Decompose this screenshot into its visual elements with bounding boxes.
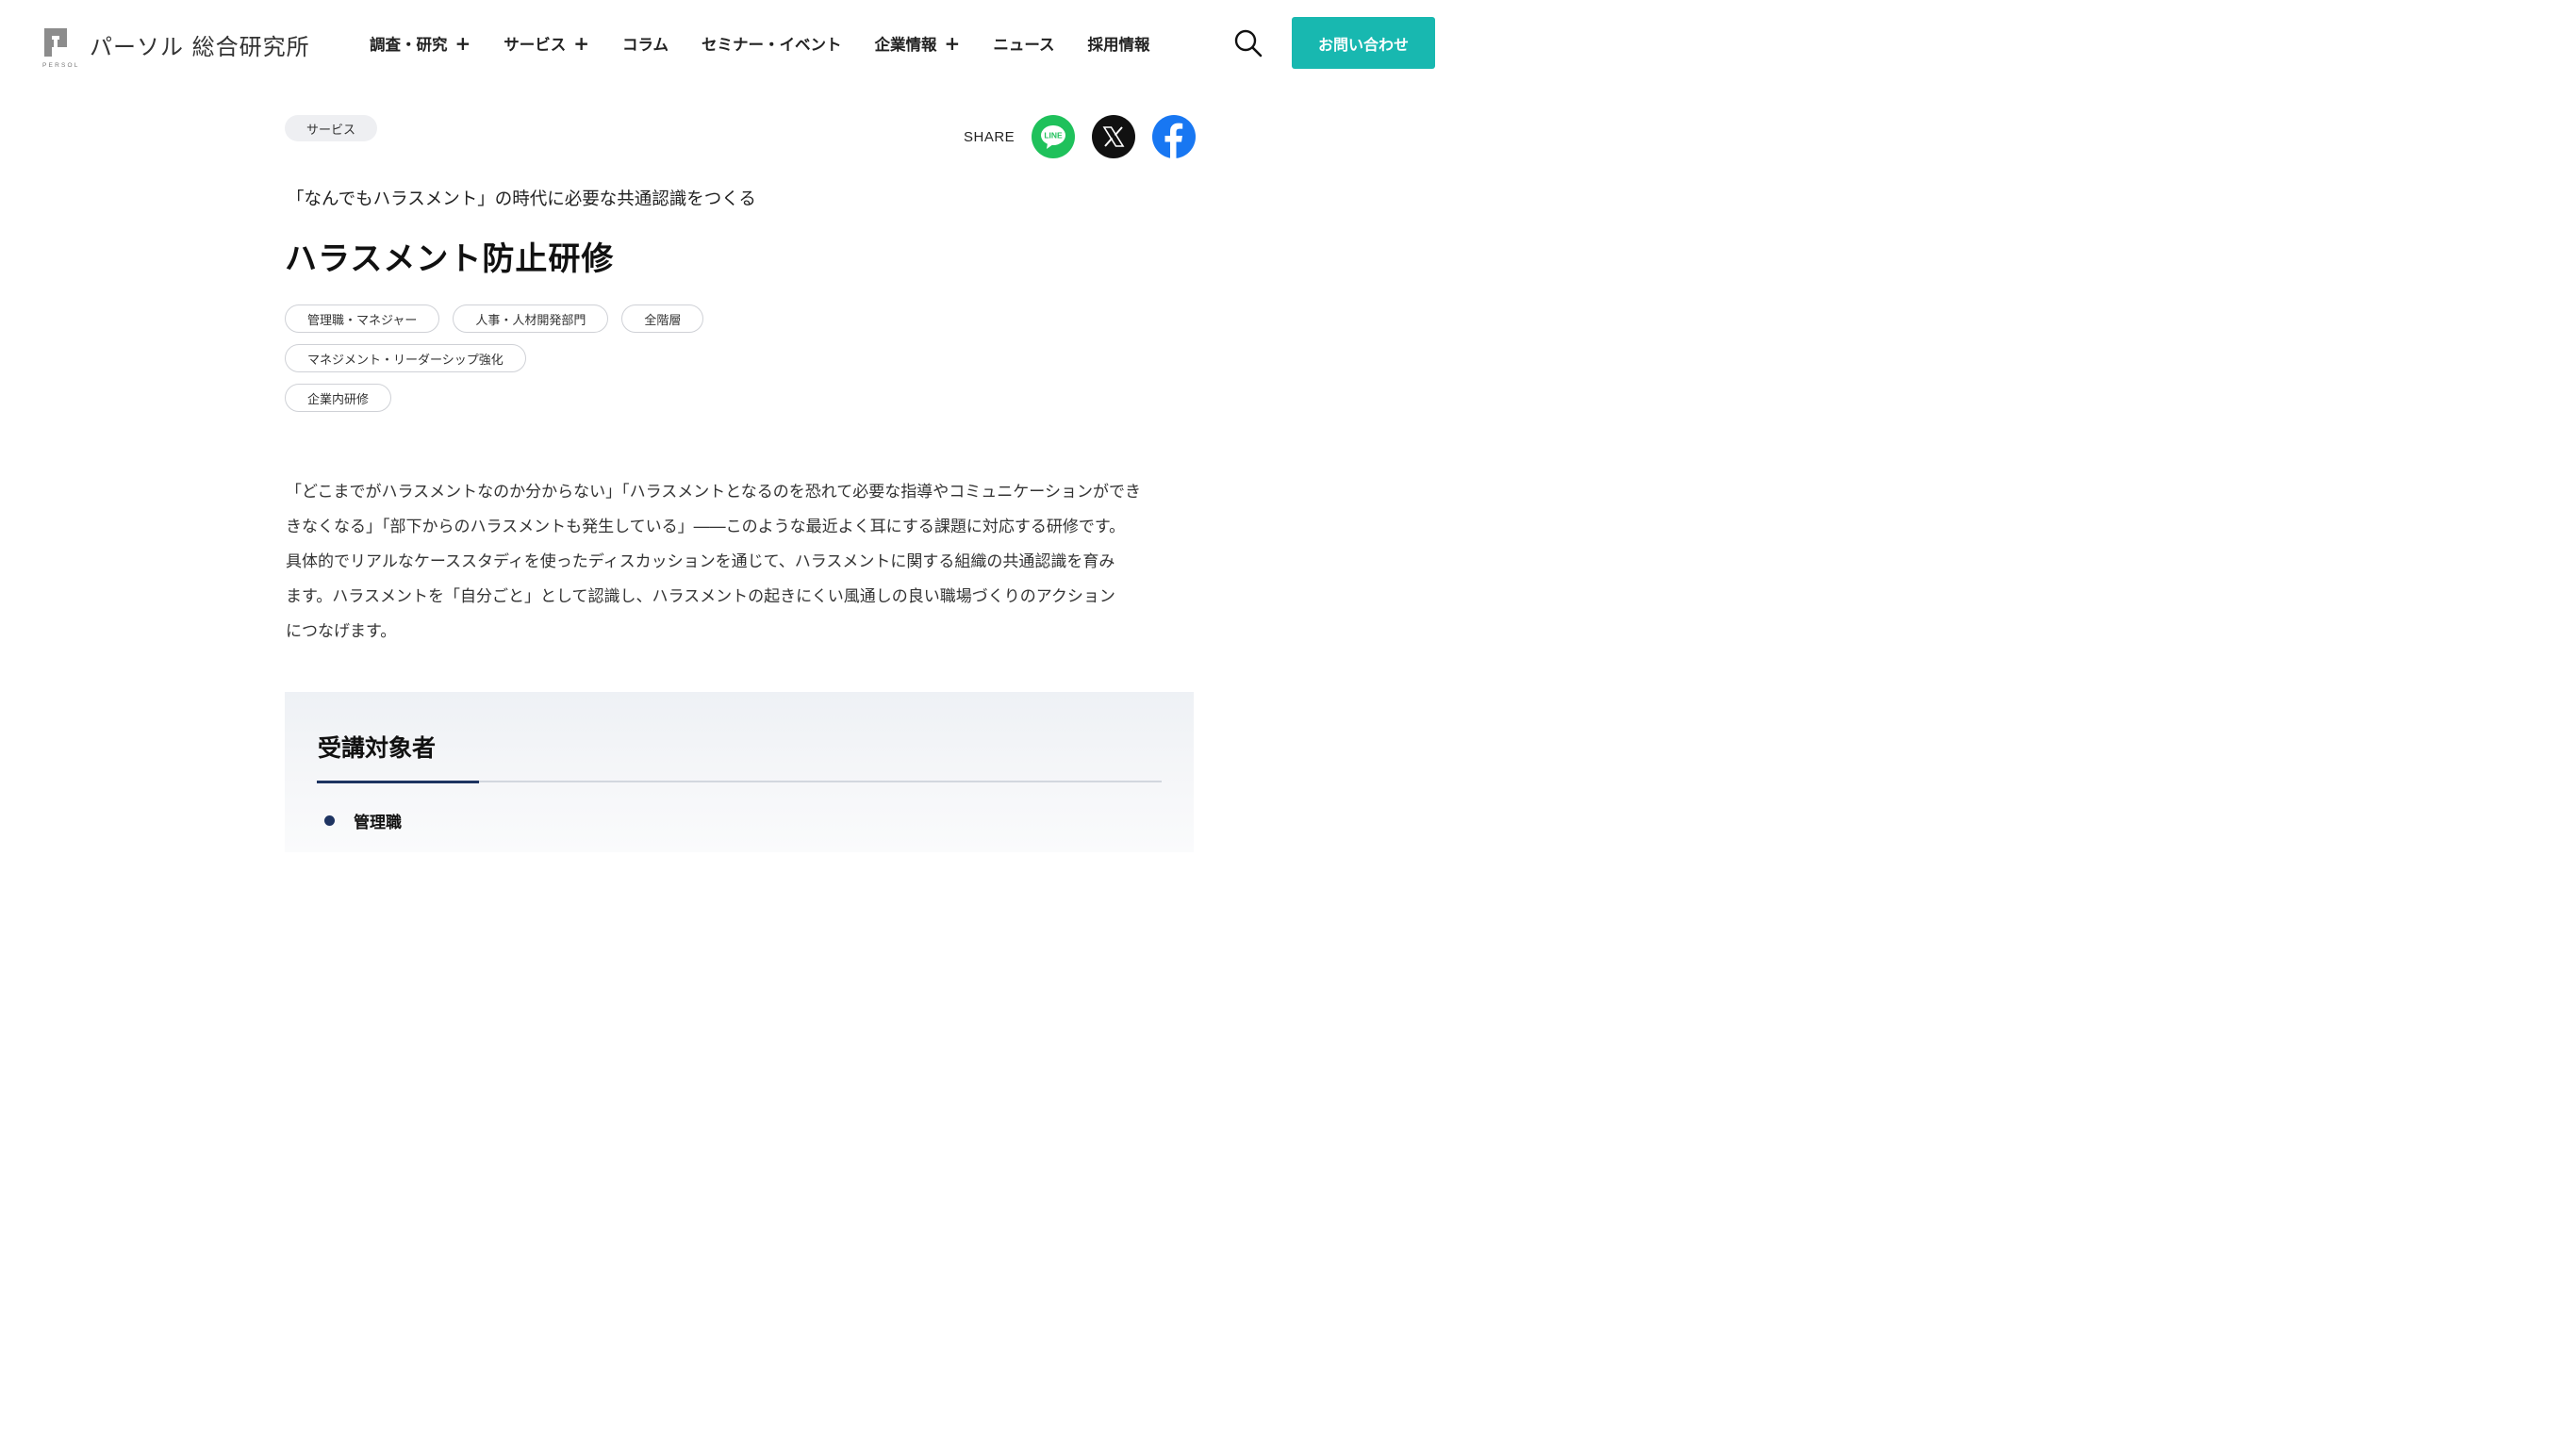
- tag-row: 管理職・マネジャー 人事・人材開発部門 全階層: [285, 304, 850, 333]
- nav-item-label: 調査・研究: [370, 36, 448, 54]
- article-subtitle: 「なんでもハラスメント」の時代に必要な共通認識をつくる: [287, 189, 756, 209]
- nav-item-recruit[interactable]: 採用情報: [1088, 32, 1150, 55]
- category-tag[interactable]: サービス: [285, 115, 378, 141]
- persol-logo-mark-icon: PERSOL: [42, 26, 80, 70]
- line-icon: LINE: [1041, 125, 1066, 149]
- intro-line: につなげます。: [286, 622, 397, 641]
- plus-icon: +: [573, 32, 590, 55]
- intro-line: 具体的でリアルなケーススタディを使ったディスカッションを通じて、ハラスメントに関…: [286, 552, 1115, 571]
- tag-row: 企業内研修: [285, 384, 850, 412]
- tag-list: 管理職・マネジャー 人事・人材開発部門 全階層 マネジメント・リーダーシップ強化…: [285, 304, 850, 423]
- nav-item-label: コラム: [622, 36, 669, 54]
- plus-icon: +: [454, 32, 471, 55]
- nav-item-news[interactable]: ニュース: [993, 32, 1054, 55]
- tag-hr[interactable]: 人事・人材開発部門: [453, 304, 609, 333]
- section-divider-accent: [317, 781, 479, 783]
- tag-row: マネジメント・リーダーシップ強化: [285, 344, 850, 372]
- tag-in-house-training[interactable]: 企業内研修: [285, 384, 392, 412]
- share-facebook-button[interactable]: [1152, 115, 1197, 158]
- intro-line: きなくなる」「部下からのハラスメントも発生している」――このような最近よく耳にす…: [286, 518, 1126, 536]
- search-button[interactable]: [1233, 28, 1263, 58]
- target-title: 受講対象者: [318, 734, 437, 762]
- nav-item-label: ニュース: [993, 36, 1055, 54]
- nav-item-label: 採用情報: [1087, 36, 1150, 54]
- nav-item-label: セミナー・イベント: [702, 36, 842, 54]
- nav-item-company[interactable]: 企業情報 +: [875, 32, 961, 55]
- intro-line: 「どこまでがハラスメントなのか分からない」「ハラスメントとなるのを恐れて必要な指…: [286, 483, 1141, 502]
- global-nav: 調査・研究 + サービス + コラム セミナー・イベント 企業情報 + ニュース…: [370, 32, 1183, 55]
- intro-text: 「どこまでがハラスメントなのか分からない」「ハラスメントとなるのを恐れて必要な指…: [286, 475, 1200, 650]
- page-title: ハラスメント防止研修: [285, 240, 615, 278]
- nav-item-label: 企業情報: [874, 36, 937, 54]
- contact-button[interactable]: お問い合わせ: [1292, 17, 1435, 69]
- nav-item-research[interactable]: 調査・研究 +: [370, 32, 471, 55]
- bullet-icon: [324, 815, 335, 826]
- nav-item-label: サービス: [504, 36, 567, 54]
- share-line-button[interactable]: LINE: [1032, 115, 1076, 158]
- site-logo[interactable]: PERSOL パーソル 総合研究所: [42, 26, 310, 70]
- intro-line: ます。ハラスメントを「自分ごと」として認識し、ハラスメントの起きにくい風通しの良…: [286, 587, 1115, 606]
- brand-name: パーソル 総合研究所: [90, 34, 310, 60]
- facebook-icon: [1164, 123, 1183, 158]
- logo-subtext: PERSOL: [42, 62, 80, 69]
- nav-item-seminar[interactable]: セミナー・イベント: [702, 32, 842, 55]
- share-bar: SHARE LINE: [964, 115, 1197, 158]
- target-section: 受講対象者 管理職: [285, 692, 1194, 852]
- tag-manager[interactable]: 管理職・マネジャー: [285, 304, 440, 333]
- search-icon: [1234, 29, 1263, 58]
- tag-management-leadership[interactable]: マネジメント・リーダーシップ強化: [285, 344, 526, 372]
- list-item: 管理職: [324, 809, 402, 832]
- share-x-button[interactable]: [1092, 115, 1136, 158]
- plus-icon: +: [944, 32, 961, 55]
- nav-item-service[interactable]: サービス +: [504, 32, 589, 55]
- site-header: PERSOL パーソル 総合研究所 調査・研究 + サービス + コラム セミナ…: [0, 0, 1478, 87]
- x-icon: [1102, 126, 1125, 147]
- nav-item-column[interactable]: コラム: [622, 32, 669, 55]
- share-label: SHARE: [964, 128, 1016, 145]
- tag-all-levels[interactable]: 全階層: [621, 304, 704, 333]
- target-item-text: 管理職: [354, 814, 402, 832]
- line-icon-text: LINE: [1045, 131, 1064, 140]
